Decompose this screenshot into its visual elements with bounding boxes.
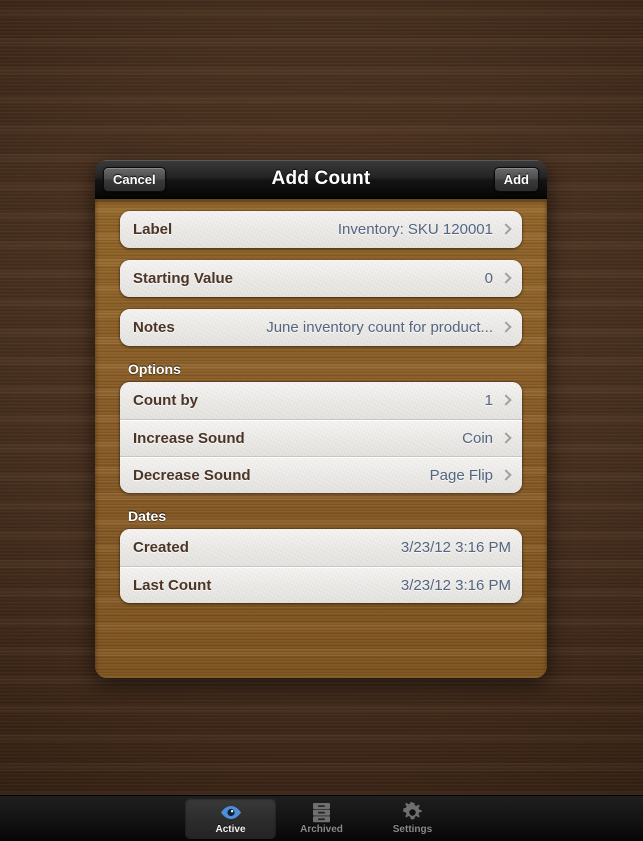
row-created: Created 3/23/12 3:16 PM — [120, 529, 522, 566]
row-last-count: Last Count 3/23/12 3:16 PM — [120, 566, 522, 603]
row-notes-value: June inventory count for product... — [266, 319, 493, 336]
modal-body: Label Inventory: SKU 120001 Starting Val… — [95, 199, 547, 678]
row-created-title: Created — [133, 539, 189, 556]
row-decrease-sound-title: Decrease Sound — [133, 466, 251, 484]
section-header-options: Options — [128, 361, 181, 377]
row-label[interactable]: Label Inventory: SKU 120001 — [120, 211, 522, 248]
row-count-by-title: Count by — [133, 392, 198, 409]
gear-icon — [402, 801, 423, 822]
form-group-dates: Created 3/23/12 3:16 PM Last Count 3/23/… — [120, 529, 522, 603]
row-notes-title: Notes — [133, 319, 175, 336]
row-label-title: Label — [133, 221, 173, 238]
row-created-value: 3/23/12 3:16 PM — [400, 539, 511, 556]
row-increase-sound-value: Coin — [462, 429, 493, 447]
row-last-count-title: Last Count — [133, 576, 212, 594]
eye-icon — [219, 802, 243, 822]
chevron-right-icon — [502, 320, 511, 335]
form-group-label: Label Inventory: SKU 120001 — [120, 211, 522, 248]
tab-settings[interactable]: Settings — [367, 796, 458, 841]
row-last-count-value: 3/23/12 3:16 PM — [400, 576, 511, 594]
row-decrease-sound-value: Page Flip — [429, 466, 493, 484]
chevron-right-icon — [502, 393, 511, 408]
row-count-by-value: 1 — [484, 392, 493, 409]
row-label-value: Inventory: SKU 120001 — [337, 221, 493, 238]
chevron-right-icon — [502, 271, 511, 286]
row-decrease-sound[interactable]: Decrease Sound Page Flip — [120, 456, 522, 493]
tab-active-label: Active — [215, 824, 246, 835]
file-cabinet-icon — [312, 802, 331, 822]
modal-header-bar: Cancel Add Count Add — [95, 160, 547, 199]
row-count-by[interactable]: Count by 1 — [120, 382, 522, 419]
row-increase-sound-title: Increase Sound — [133, 429, 245, 447]
form-group-options: Count by 1 Increase Sound Coin Decrease … — [120, 382, 522, 493]
row-starting-value-title: Starting Value — [133, 270, 234, 287]
row-increase-sound[interactable]: Increase Sound Coin — [120, 419, 522, 456]
add-count-modal: Cancel Add Count Add Label Inventory: SK… — [95, 160, 547, 678]
chevron-right-icon — [502, 222, 511, 237]
tab-settings-label: Settings — [392, 824, 433, 835]
add-button[interactable]: Add — [493, 167, 539, 192]
chevron-right-icon — [502, 468, 511, 483]
tab-archived[interactable]: Archived — [276, 796, 367, 841]
row-starting-value[interactable]: Starting Value 0 — [120, 260, 522, 297]
form-group-starting-value: Starting Value 0 — [120, 260, 522, 297]
form-group-notes: Notes June inventory count for product..… — [120, 309, 522, 346]
section-header-dates: Dates — [128, 508, 167, 524]
chevron-right-icon — [502, 431, 511, 446]
tab-active[interactable]: Active — [185, 798, 276, 839]
tab-archived-label: Archived — [300, 824, 343, 835]
bottom-tab-bar: Active Archived Settings — [0, 795, 643, 841]
page-title: Add Count — [271, 168, 371, 189]
row-starting-value-value: 0 — [484, 270, 493, 287]
row-notes[interactable]: Notes June inventory count for product..… — [120, 309, 522, 346]
